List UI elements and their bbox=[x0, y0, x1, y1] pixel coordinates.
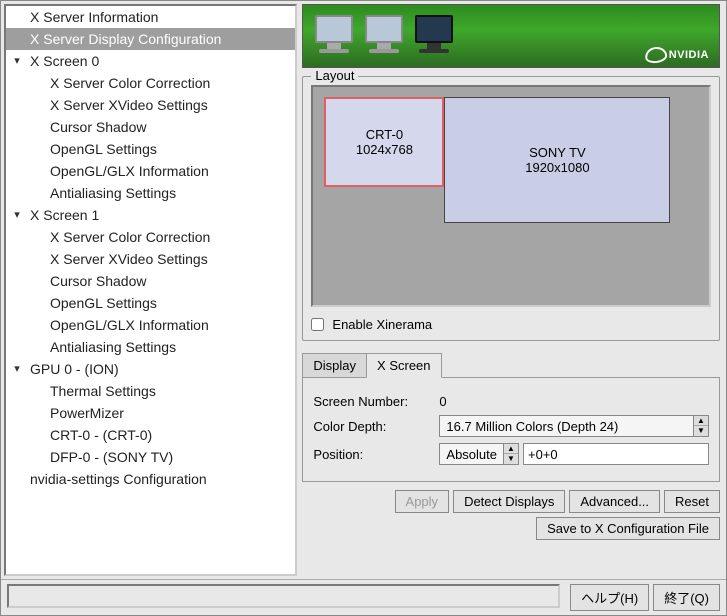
tab-panel-xscreen: Screen Number: 0 Color Depth: 16.7 Milli… bbox=[302, 377, 720, 482]
nvidia-settings-window: X Server InformationX Server Display Con… bbox=[0, 0, 727, 616]
sidebar-item[interactable]: OpenGL Settings bbox=[6, 292, 295, 314]
sidebar-item[interactable]: X Server XVideo Settings bbox=[6, 94, 295, 116]
sidebar-item[interactable]: OpenGL/GLX Information bbox=[6, 314, 295, 336]
display-name: CRT-0 bbox=[326, 127, 442, 142]
position-mode-combo[interactable]: Absolute ▲▼ bbox=[439, 443, 519, 465]
sidebar-tree[interactable]: X Server InformationX Server Display Con… bbox=[4, 4, 297, 576]
enable-xinerama-row[interactable]: Enable Xinerama bbox=[311, 315, 711, 334]
action-buttons-row: Apply Detect Displays Advanced... Reset bbox=[302, 490, 720, 513]
tab-xscreen[interactable]: X Screen bbox=[366, 353, 441, 378]
color-depth-row: Color Depth: 16.7 Million Colors (Depth … bbox=[313, 415, 709, 437]
display-box[interactable]: CRT-01024x768 bbox=[324, 97, 444, 187]
tree-expander-icon[interactable]: ▾ bbox=[10, 54, 24, 68]
monitor-icon bbox=[311, 13, 357, 59]
sidebar-item[interactable]: Antialiasing Settings bbox=[6, 336, 295, 358]
screen-number-value: 0 bbox=[439, 394, 446, 409]
reset-button[interactable]: Reset bbox=[664, 490, 720, 513]
screen-number-label: Screen Number: bbox=[313, 394, 439, 409]
sidebar-item[interactable]: OpenGL Settings bbox=[6, 138, 295, 160]
display-resolution: 1024x768 bbox=[326, 142, 442, 157]
position-label: Position: bbox=[313, 447, 439, 462]
enable-xinerama-checkbox[interactable] bbox=[311, 318, 324, 331]
color-depth-combo[interactable]: 16.7 Million Colors (Depth 24) ▲▼ bbox=[439, 415, 709, 437]
spin-up-icon[interactable]: ▲ bbox=[504, 444, 518, 454]
sidebar-item[interactable]: Cursor Shadow bbox=[6, 270, 295, 292]
display-resolution: 1920x1080 bbox=[445, 160, 669, 175]
sidebar-item[interactable]: X Server XVideo Settings bbox=[6, 248, 295, 270]
sidebar-item[interactable]: Thermal Settings bbox=[6, 380, 295, 402]
content-pane: NVIDIA Layout CRT-01024x768SONY TV1920x1… bbox=[300, 1, 726, 579]
monitor-icon bbox=[361, 13, 407, 59]
spin-up-icon[interactable]: ▲ bbox=[694, 416, 708, 426]
tabs-row: Display X Screen bbox=[302, 353, 720, 378]
sidebar-item[interactable]: nvidia-settings Configuration bbox=[6, 468, 295, 490]
status-bar bbox=[7, 584, 560, 608]
nvidia-logo: NVIDIA bbox=[645, 47, 709, 63]
spin-down-icon[interactable]: ▼ bbox=[504, 454, 518, 464]
sidebar-item[interactable]: OpenGL/GLX Information bbox=[6, 160, 295, 182]
footer: ヘルプ(H) 終了(Q) bbox=[1, 579, 726, 615]
position-row: Position: Absolute ▲▼ bbox=[313, 443, 709, 465]
color-depth-label: Color Depth: bbox=[313, 419, 439, 434]
advanced-button[interactable]: Advanced... bbox=[569, 490, 660, 513]
layout-fieldset: Layout CRT-01024x768SONY TV1920x1080 Ena… bbox=[302, 76, 720, 341]
sidebar-item[interactable]: DFP-0 - (SONY TV) bbox=[6, 446, 295, 468]
layout-canvas[interactable]: CRT-01024x768SONY TV1920x1080 bbox=[311, 85, 711, 307]
display-box[interactable]: SONY TV1920x1080 bbox=[444, 97, 670, 223]
quit-button[interactable]: 終了(Q) bbox=[653, 584, 720, 611]
sidebar-item[interactable]: X Screen 1 bbox=[6, 204, 295, 226]
sidebar-item[interactable]: X Server Color Correction bbox=[6, 72, 295, 94]
save-row: Save to X Configuration File bbox=[302, 517, 720, 540]
sidebar-item[interactable]: Antialiasing Settings bbox=[6, 182, 295, 204]
sidebar-item[interactable]: PowerMizer bbox=[6, 402, 295, 424]
help-button[interactable]: ヘルプ(H) bbox=[570, 584, 649, 611]
sidebar-item[interactable]: X Screen 0 bbox=[6, 50, 295, 72]
header-banner: NVIDIA bbox=[302, 4, 720, 68]
position-input[interactable] bbox=[523, 443, 709, 465]
sidebar-item[interactable]: X Server Information bbox=[6, 6, 295, 28]
sidebar-item[interactable]: X Server Color Correction bbox=[6, 226, 295, 248]
combo-spinner[interactable]: ▲▼ bbox=[693, 416, 708, 436]
spin-down-icon[interactable]: ▼ bbox=[694, 426, 708, 436]
sidebar-item[interactable]: GPU 0 - (ION) bbox=[6, 358, 295, 380]
display-name: SONY TV bbox=[445, 145, 669, 160]
tree-expander-icon[interactable]: ▾ bbox=[10, 208, 24, 222]
banner-monitors bbox=[311, 13, 457, 59]
main-area: X Server InformationX Server Display Con… bbox=[1, 1, 726, 579]
color-depth-value: 16.7 Million Colors (Depth 24) bbox=[440, 419, 693, 434]
position-mode-value: Absolute bbox=[440, 447, 503, 462]
sidebar-item[interactable]: X Server Display Configuration bbox=[6, 28, 295, 50]
tree-expander-icon[interactable]: ▾ bbox=[10, 362, 24, 376]
combo-spinner[interactable]: ▲▼ bbox=[503, 444, 518, 464]
layout-label: Layout bbox=[311, 68, 358, 83]
monitor-icon bbox=[411, 13, 457, 59]
tab-display[interactable]: Display bbox=[302, 353, 367, 378]
apply-button[interactable]: Apply bbox=[395, 490, 450, 513]
save-config-button[interactable]: Save to X Configuration File bbox=[536, 517, 720, 540]
enable-xinerama-label: Enable Xinerama bbox=[332, 317, 432, 332]
sidebar-item[interactable]: Cursor Shadow bbox=[6, 116, 295, 138]
sidebar-item[interactable]: CRT-0 - (CRT-0) bbox=[6, 424, 295, 446]
screen-number-row: Screen Number: 0 bbox=[313, 394, 709, 409]
detect-displays-button[interactable]: Detect Displays bbox=[453, 490, 565, 513]
nvidia-eye-icon bbox=[644, 46, 668, 65]
